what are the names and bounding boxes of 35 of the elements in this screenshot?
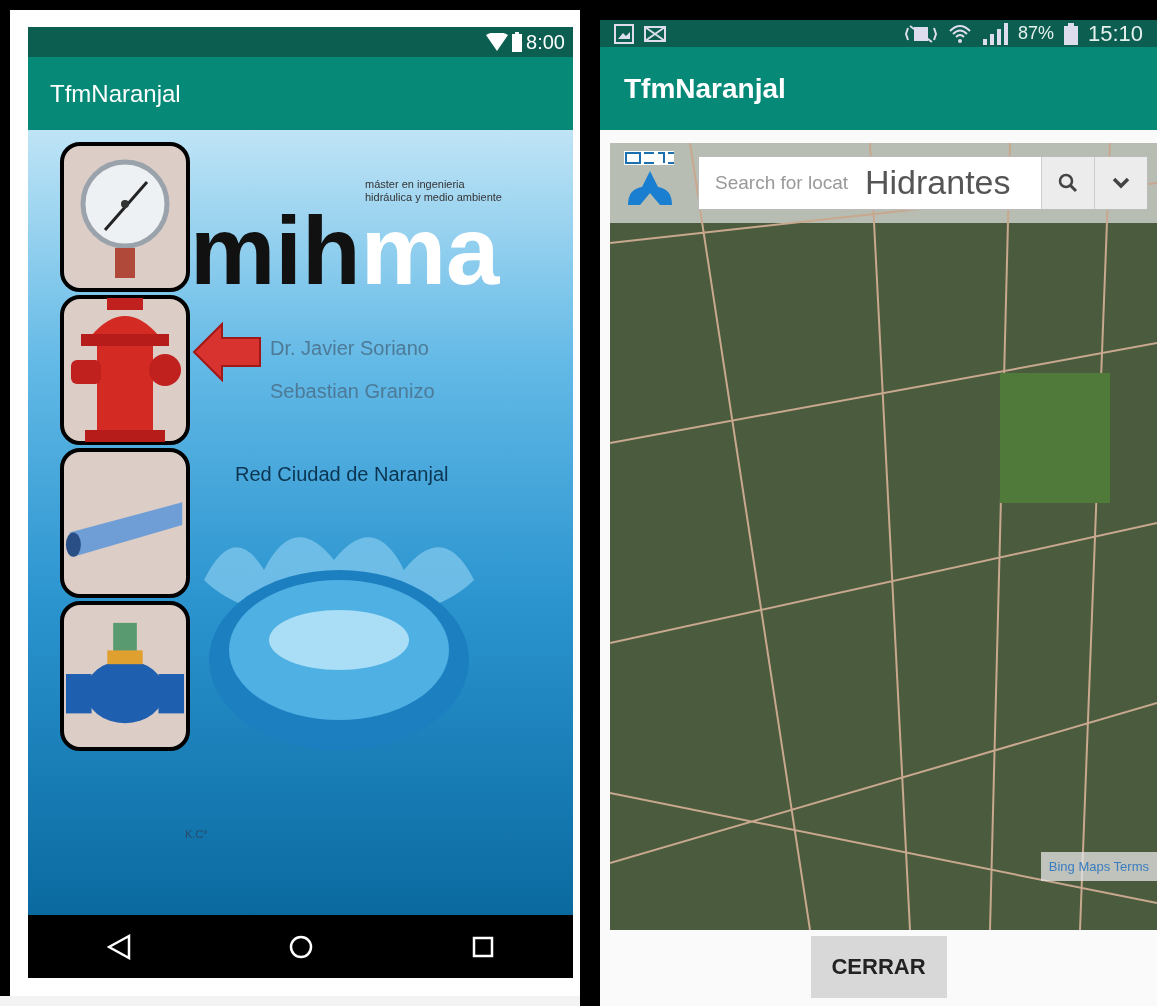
subtitle: Red Ciudad de Naranjal xyxy=(235,463,450,487)
dropdown-button[interactable] xyxy=(1094,157,1147,209)
menu-tile[interactable] xyxy=(60,601,190,751)
logo-text: mih xyxy=(190,203,361,300)
app-title: TfmNaranjal xyxy=(624,72,786,105)
status-time: 15:10 xyxy=(1087,20,1143,47)
author-name: Dr. Javier Soriano xyxy=(270,337,430,361)
arrow-icon xyxy=(192,322,262,382)
recents-button[interactable] xyxy=(471,935,494,958)
battery-icon xyxy=(512,32,523,52)
back-button[interactable] xyxy=(107,933,132,960)
home-button[interactable] xyxy=(289,934,314,959)
battery-percent: 87% xyxy=(1017,23,1054,44)
mail-icon xyxy=(644,25,666,42)
close-button[interactable]: CERRAR xyxy=(810,936,947,998)
menu-tile[interactable] xyxy=(60,295,190,445)
wifi-icon xyxy=(947,22,972,45)
status-time: 8:00 xyxy=(526,30,565,54)
menu-tile[interactable] xyxy=(60,142,190,292)
search-icon xyxy=(1058,173,1078,193)
wifi-icon xyxy=(486,33,509,51)
logo-text: ma xyxy=(360,203,500,300)
gallery-icon xyxy=(614,23,634,44)
signal-icon xyxy=(981,22,1008,45)
chevron-down-icon xyxy=(1112,177,1130,189)
app-title: TfmNaranjal xyxy=(50,79,181,108)
logo-tagline: máster en ingenieria xyxy=(365,178,466,191)
signature: K.C° xyxy=(185,828,208,840)
search-button[interactable] xyxy=(1041,157,1094,209)
logo-tagline: hidráulica y medio ambiente xyxy=(365,190,502,204)
vibrate-off-icon xyxy=(903,23,938,44)
map-title: Hidrantes xyxy=(865,163,1011,202)
author-name: Sebastian Granizo xyxy=(270,380,436,404)
menu-tile[interactable] xyxy=(60,448,190,598)
battery-icon xyxy=(1063,22,1078,45)
